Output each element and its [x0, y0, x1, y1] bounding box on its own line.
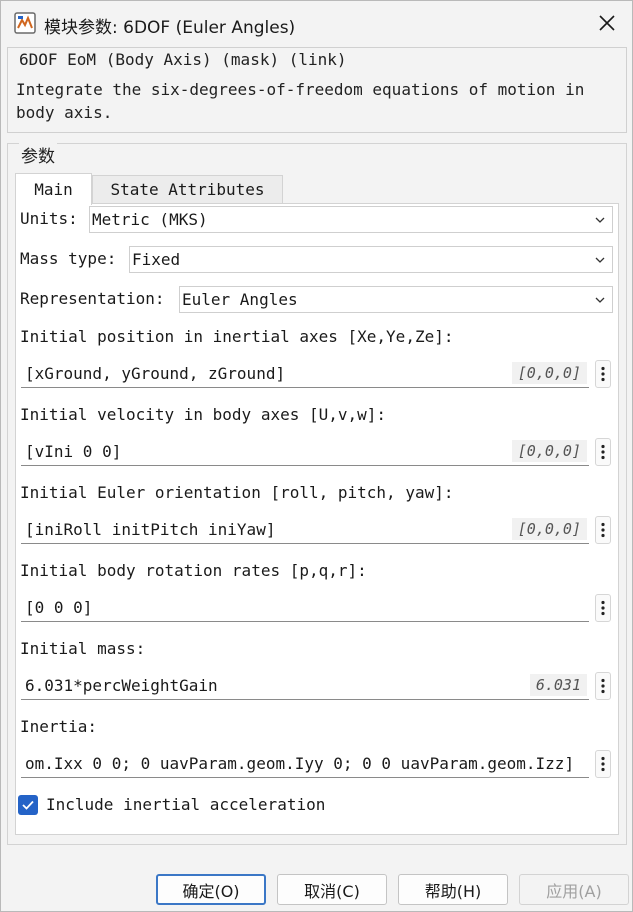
close-icon: [599, 15, 615, 31]
init-rates-label: Initial body rotation rates [p,q,r]:: [20, 561, 367, 580]
init-mass-label: Initial mass:: [20, 639, 146, 658]
units-select[interactable]: Metric (MKS): [89, 206, 613, 233]
mass-type-label: Mass type:: [20, 249, 117, 268]
close-button[interactable]: [585, 5, 629, 41]
inertia-label: Inertia:: [20, 717, 98, 736]
ok-button[interactable]: 确定(O): [156, 874, 266, 905]
init-mass-more-button[interactable]: [595, 672, 611, 700]
tab-main[interactable]: Main: [15, 173, 92, 205]
more-vertical-icon: [601, 756, 605, 772]
help-button[interactable]: 帮助(H): [398, 874, 508, 905]
init-mass-value: 6.031*percWeightGain: [25, 676, 218, 695]
init-position-hint: [0,0,0]: [511, 362, 587, 384]
inertia-value: om.Ixx 0 0; 0 uavParam.geom.Iyy 0; 0 0 u…: [25, 754, 575, 773]
representation-label: Representation:: [20, 289, 165, 308]
more-vertical-icon: [601, 522, 605, 538]
init-rates-input[interactable]: [0 0 0]: [21, 594, 589, 622]
init-rates-more-button[interactable]: [595, 594, 611, 622]
title-bar: 模块参数: 6DOF (Euler Angles): [1, 1, 632, 45]
init-velocity-input[interactable]: [vIni 0 0] [0,0,0]: [21, 438, 589, 466]
window-title: 模块参数: 6DOF (Euler Angles): [44, 18, 296, 38]
checkmark-icon: [22, 800, 34, 810]
init-position-value: [xGround, yGround, zGround]: [25, 364, 286, 383]
block-description: Integrate the six-degrees-of-freedom equ…: [7, 73, 627, 133]
init-velocity-more-button[interactable]: [595, 438, 611, 466]
more-vertical-icon: [601, 678, 605, 694]
more-vertical-icon: [601, 366, 605, 382]
init-euler-more-button[interactable]: [595, 516, 611, 544]
init-velocity-label: Initial velocity in body axes [U,v,w]:: [20, 405, 387, 424]
chevron-down-icon: [595, 297, 605, 303]
cancel-button[interactable]: 取消(C): [277, 874, 387, 905]
init-position-label: Initial position in inertial axes [Xe,Ye…: [20, 327, 454, 346]
init-mass-hint: 6.031: [529, 674, 587, 696]
parameters-group-title: 参数: [19, 142, 57, 167]
init-mass-input[interactable]: 6.031*percWeightGain 6.031: [21, 672, 589, 700]
init-euler-label: Initial Euler orientation [roll, pitch, …: [20, 483, 454, 502]
chevron-down-icon: [595, 257, 605, 263]
init-rates-value: [0 0 0]: [25, 598, 93, 617]
apply-button[interactable]: 应用(A): [519, 874, 629, 905]
init-position-more-button[interactable]: [595, 360, 611, 388]
more-vertical-icon: [601, 444, 605, 460]
representation-select[interactable]: Euler Angles: [179, 286, 613, 313]
inertia-more-button[interactable]: [595, 750, 611, 778]
tab-state-attributes[interactable]: State Attributes: [92, 175, 283, 203]
init-velocity-value: [vIni 0 0]: [25, 442, 122, 461]
init-euler-hint: [0,0,0]: [511, 518, 587, 540]
units-label: Units:: [20, 209, 78, 228]
units-value: Metric (MKS): [92, 210, 208, 229]
init-euler-value: [iniRoll initPitch iniYaw]: [25, 520, 276, 539]
more-vertical-icon: [601, 600, 605, 616]
inertia-input[interactable]: om.Ixx 0 0; 0 uavParam.geom.Iyy 0; 0 0 u…: [21, 750, 589, 778]
chevron-down-icon: [595, 217, 605, 223]
include-accel-checkbox[interactable]: [18, 795, 38, 815]
simulink-block-icon: [14, 12, 36, 34]
init-euler-input[interactable]: [iniRoll initPitch iniYaw] [0,0,0]: [21, 516, 589, 544]
block-type-label: 6DOF EoM (Body Axis) (mask) (link): [7, 47, 627, 73]
mass-type-select[interactable]: Fixed: [129, 246, 613, 273]
dialog-window: 模块参数: 6DOF (Euler Angles) 6DOF EoM (Body…: [0, 0, 633, 912]
representation-value: Euler Angles: [182, 290, 298, 309]
mass-type-value: Fixed: [132, 250, 181, 269]
init-position-input[interactable]: [xGround, yGround, zGround] [0,0,0]: [21, 360, 589, 388]
include-accel-label: Include inertial acceleration: [46, 795, 326, 814]
init-velocity-hint: [0,0,0]: [511, 440, 587, 462]
